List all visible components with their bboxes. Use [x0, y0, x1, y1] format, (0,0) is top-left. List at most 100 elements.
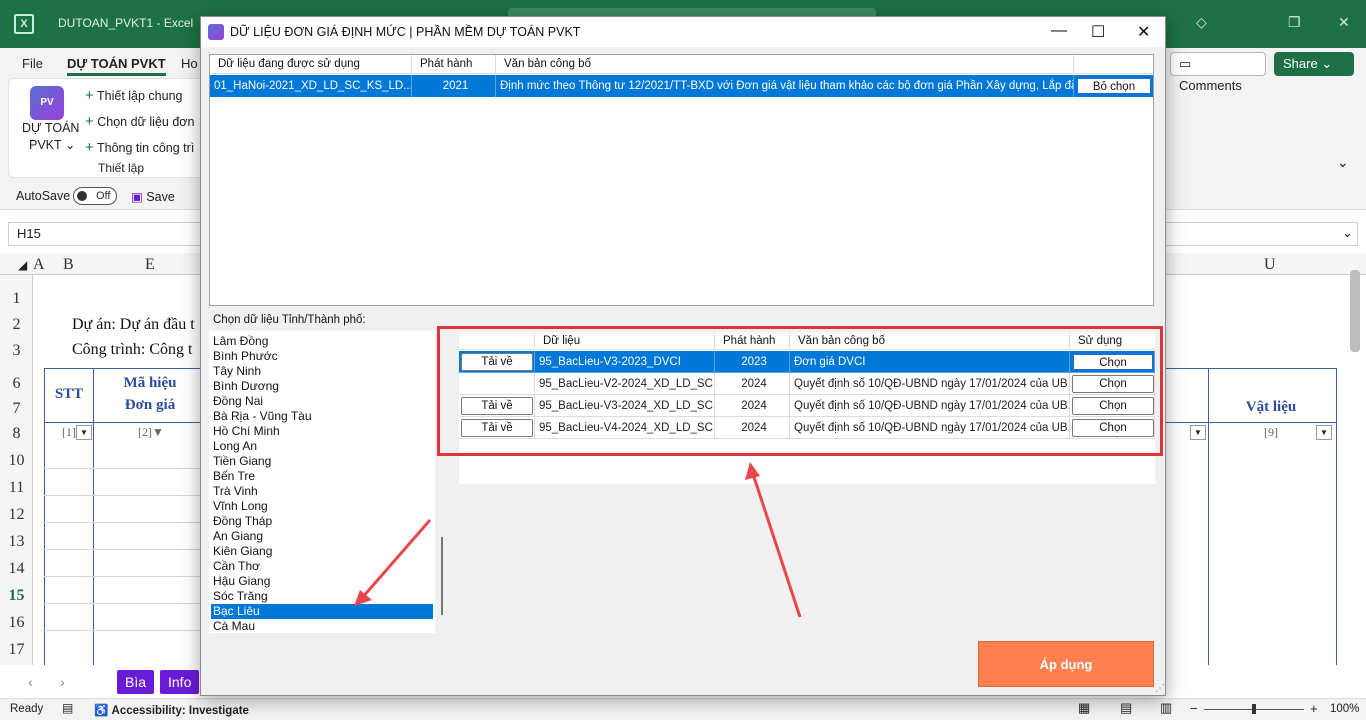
page-layout-icon[interactable]: ▤	[1120, 700, 1132, 716]
apply-button[interactable]: Áp dụng	[978, 641, 1154, 687]
menu-file[interactable]: File	[22, 56, 43, 71]
maximize-icon[interactable]: ☐	[1091, 22, 1105, 42]
row-header[interactable]: 10	[0, 452, 33, 470]
cell-doc: Định mức theo Thông tư 12/2021/TT-BXD vớ…	[496, 75, 1074, 97]
autosave-toggle[interactable]: Off	[73, 187, 117, 205]
column-e-header[interactable]: E	[145, 256, 155, 274]
plus-icon: +	[85, 113, 94, 130]
filter-dropdown-icon[interactable]: ▼	[1190, 425, 1206, 440]
list-item[interactable]: Cà Mau	[213, 619, 255, 633]
list-item[interactable]: Hồ Chí Minh	[213, 424, 280, 439]
premium-diamond-icon[interactable]: ◇	[1196, 14, 1207, 31]
province-label: Chọn dữ liệu Tỉnh/Thành phố:	[213, 314, 366, 326]
accessibility-status[interactable]: ♿ Accessibility: Investigate	[94, 703, 249, 717]
close-icon[interactable]: ✕	[1137, 22, 1150, 42]
row-header[interactable]: 8	[0, 425, 33, 443]
province-list[interactable]: Lâm Đồng Bình Phước Tây Ninh Bình Dương …	[209, 331, 435, 633]
excel-close-icon[interactable]: ✕	[1338, 14, 1350, 31]
column-header-data[interactable]: Dữ liệu đang được sử dụng	[210, 55, 412, 74]
sheet-tab-bia[interactable]: Bìa	[117, 670, 155, 694]
grid-line	[44, 468, 200, 469]
list-item[interactable]: Trà Vinh	[213, 484, 258, 499]
page-break-icon[interactable]: ▥	[1160, 700, 1172, 716]
select-all-icon[interactable]: ◢	[18, 258, 27, 272]
row-header[interactable]: 11	[0, 479, 33, 497]
zoom-in-icon[interactable]: +	[1310, 701, 1318, 716]
list-item[interactable]: Hậu Giang	[213, 574, 270, 589]
filter-col-2[interactable]: [2]▼	[138, 425, 164, 440]
ribbon-expand-icon[interactable]: ⌄	[1337, 154, 1349, 171]
filter-dropdown-icon[interactable]: ▼	[1316, 425, 1332, 440]
status-ready: Ready	[10, 703, 44, 715]
column-header-doc[interactable]: Văn bản công bố	[496, 55, 1074, 74]
menu-du-toan-pvkt[interactable]: DỰ TOÁN PVKT	[67, 56, 166, 76]
deselect-button[interactable]: Bỏ chọn	[1076, 77, 1152, 95]
column-b-header[interactable]: B	[63, 256, 74, 274]
row-header[interactable]: 1	[0, 290, 33, 308]
list-item[interactable]: Bình Phước	[213, 349, 278, 364]
du-toan-addin-icon[interactable]: PV	[30, 86, 64, 120]
list-item[interactable]: Long An	[213, 439, 257, 454]
list-item[interactable]: Sóc Trăng	[213, 589, 268, 604]
cell-data: 01_HaNoi-2021_XD_LD_SC_KS_LD...	[210, 75, 412, 97]
table-row[interactable]: 01_HaNoi-2021_XD_LD_SC_KS_LD... 2021 Địn…	[210, 75, 1153, 97]
next-sheet-icon[interactable]: ›	[60, 674, 65, 690]
row-header[interactable]: 6	[0, 375, 33, 393]
list-item[interactable]: Đồng Tháp	[213, 514, 272, 529]
province-scrollbar[interactable]	[441, 537, 443, 615]
normal-view-icon[interactable]: ▦	[1078, 700, 1090, 716]
menu-home[interactable]: Ho	[181, 56, 198, 71]
minimize-icon[interactable]: —	[1051, 22, 1067, 40]
row-header[interactable]: 3	[0, 342, 33, 360]
zoom-slider-thumb[interactable]	[1252, 704, 1256, 714]
list-item[interactable]: An Giang	[213, 529, 263, 544]
comments-button[interactable]: ▭ Comments	[1170, 52, 1266, 93]
ribbon-item-chon-du-lieu[interactable]: + Chọn dữ liệu đơn	[85, 113, 199, 130]
row-header[interactable]: 12	[0, 506, 33, 524]
row-header[interactable]: 14	[0, 560, 33, 578]
filter-col-9: [9]	[1264, 425, 1278, 439]
filter-dropdown-icon[interactable]: ▼	[76, 425, 92, 440]
ribbon-item-thiet-lap-chung[interactable]: + Thiết lập chung	[85, 87, 183, 104]
row-header[interactable]: 16	[0, 614, 33, 632]
header-ma-hieu: Mã hiệu	[123, 375, 177, 391]
column-header-year[interactable]: Phát hành	[412, 55, 496, 74]
list-item[interactable]: Tiền Giang	[213, 454, 271, 469]
list-item[interactable]: Bình Dương	[213, 379, 279, 394]
list-item[interactable]: Vĩnh Long	[213, 499, 268, 514]
ribbon-item-thong-tin[interactable]: + Thông tin công trì	[85, 139, 199, 156]
column-a-header[interactable]: A	[33, 256, 45, 274]
prev-sheet-icon[interactable]: ‹	[28, 674, 33, 690]
row-header[interactable]: 13	[0, 533, 33, 551]
list-item[interactable]: Bà Rịa - Vũng Tàu	[213, 409, 312, 424]
resize-grip-icon[interactable]: ⋰	[1155, 683, 1165, 694]
list-item[interactable]: Bến Tre	[213, 469, 255, 484]
row-header[interactable]: 7	[0, 400, 33, 418]
formula-expand-icon[interactable]: ⌄	[1342, 225, 1353, 241]
sheet-tab-info[interactable]: Info	[160, 670, 200, 694]
row-header[interactable]: 2	[0, 316, 33, 334]
macro-icon[interactable]: ▤	[62, 701, 73, 715]
list-item[interactable]: Tây Ninh	[213, 364, 261, 379]
addin-label-1[interactable]: DỰ TOÁN	[22, 121, 79, 135]
row-header[interactable]: 17	[0, 641, 33, 659]
zoom-out-icon[interactable]: −	[1190, 701, 1198, 716]
header-vat-lieu: Vật liệu	[1245, 399, 1297, 415]
vertical-scrollbar[interactable]	[1350, 270, 1360, 352]
list-item[interactable]: Cần Thơ	[213, 559, 260, 574]
zoom-level[interactable]: 100%	[1330, 703, 1359, 715]
excel-restore-icon[interactable]: ❐	[1288, 14, 1301, 31]
data-dialog: DỮ LIỆU ĐƠN GIÁ ĐỊNH MỨC | PHẦN MỀM DỰ T…	[200, 16, 1166, 696]
addin-label-2[interactable]: PVKT ⌄	[29, 137, 75, 152]
cell-cong-trinh[interactable]: Công trình: Công t	[72, 341, 200, 359]
row-header-active[interactable]: 15	[0, 587, 33, 605]
column-u-header[interactable]: U	[1264, 256, 1276, 274]
cell-du-an[interactable]: Dự án: Dự án đầu t	[72, 316, 200, 334]
list-item[interactable]: Đồng Nai	[213, 394, 263, 409]
table-top-border	[1166, 368, 1336, 369]
list-item[interactable]: Lâm Đồng	[213, 334, 268, 349]
list-item-selected[interactable]: Bạc Liêu	[211, 604, 433, 619]
list-item[interactable]: Kiên Giang	[213, 544, 272, 559]
save-button[interactable]: ▣ Save	[131, 189, 175, 204]
share-button[interactable]: Share ⌄	[1274, 52, 1354, 76]
